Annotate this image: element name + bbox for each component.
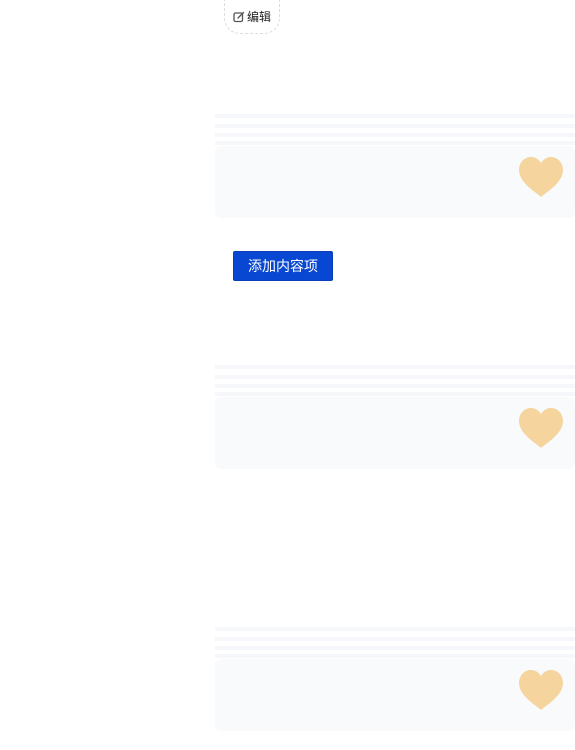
edit-button[interactable]: 编辑 — [224, 0, 280, 34]
content-card — [215, 146, 575, 218]
content-card — [215, 397, 575, 469]
add-content-label: 添加内容项 — [248, 259, 318, 275]
heart-icon — [519, 408, 563, 448]
content-item-1 — [215, 114, 575, 218]
content-card — [215, 659, 575, 731]
stripe-decoration — [215, 114, 575, 146]
edit-icon — [233, 11, 245, 23]
heart-icon — [519, 157, 563, 197]
add-content-button[interactable]: 添加内容项 — [233, 251, 333, 281]
content-item-3 — [215, 627, 575, 731]
heart-icon — [519, 670, 563, 710]
content-item-2 — [215, 365, 575, 469]
stripe-decoration — [215, 627, 575, 659]
edit-label: 编辑 — [246, 9, 271, 24]
stripe-decoration — [215, 365, 575, 397]
